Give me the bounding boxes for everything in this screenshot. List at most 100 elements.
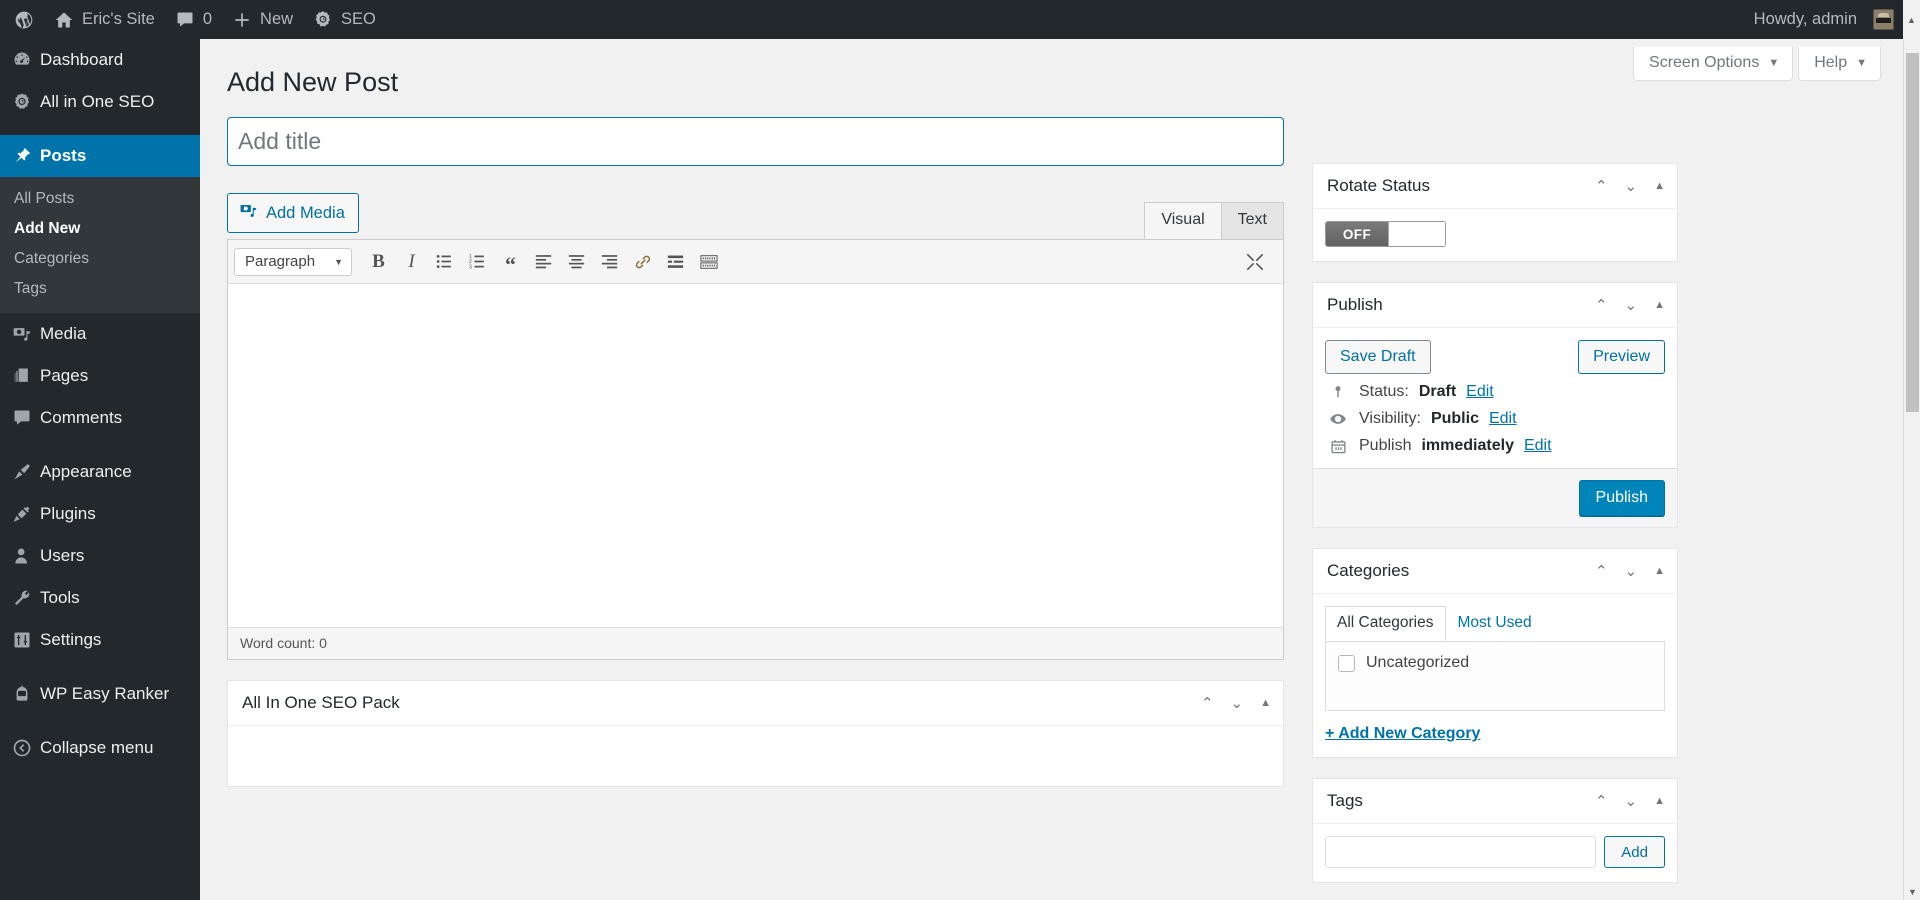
paragraph-format-select[interactable]: Paragraph ▼	[234, 247, 352, 276]
sidebar-item-wp-easy-ranker[interactable]: WP Easy Ranker	[0, 673, 200, 715]
sidebar-item-settings[interactable]: Settings	[0, 619, 200, 661]
toggle-panel-icon[interactable]: ▲	[1654, 299, 1665, 311]
tab-visual[interactable]: Visual	[1144, 202, 1222, 239]
move-down-icon[interactable]: ⌄	[1625, 564, 1638, 579]
sidebar-item-media[interactable]: Media	[0, 313, 200, 355]
sidebar-item-label: Dashboard	[40, 50, 124, 69]
new-content-menu[interactable]: New	[222, 0, 303, 39]
page-scrollbar[interactable]: ▼	[1903, 39, 1920, 900]
add-tag-button[interactable]: Add	[1604, 836, 1665, 868]
admin-content-area: Screen Options ▼ Help ▼ Add New Post Add…	[200, 39, 1906, 900]
move-up-icon[interactable]: ⌃	[1595, 564, 1608, 579]
read-more-icon[interactable]	[659, 247, 692, 277]
sidebar-item-pages[interactable]: Pages	[0, 355, 200, 397]
move-up-icon[interactable]: ⌃	[1595, 298, 1608, 313]
submenu-item-tags[interactable]: Tags	[0, 274, 200, 304]
scrollbar-thumb[interactable]	[1906, 53, 1919, 412]
toggle-panel-icon[interactable]: ▲	[1654, 565, 1665, 577]
save-draft-button[interactable]: Save Draft	[1325, 340, 1431, 374]
scrollbar-down-arrow[interactable]: ▼	[1904, 883, 1920, 900]
media-icon	[12, 324, 40, 344]
screen-options-button[interactable]: Screen Options ▼	[1633, 47, 1794, 81]
postbox-actions: ⌃ ⌄ ▲	[1595, 794, 1665, 809]
sidebar-item-label: Plugins	[40, 504, 96, 523]
sidebar-item-posts[interactable]: Posts	[0, 135, 208, 177]
move-down-icon[interactable]: ⌄	[1231, 696, 1244, 711]
postbox-title: Categories	[1327, 561, 1410, 580]
wrench-icon	[12, 588, 40, 608]
sidebar-item-tools[interactable]: Tools	[0, 577, 200, 619]
toggle-knob	[1388, 222, 1445, 246]
numbered-list-icon[interactable]: 123	[461, 247, 494, 277]
tab-all-categories[interactable]: All Categories	[1325, 606, 1446, 641]
bulleted-list-icon[interactable]	[428, 247, 461, 277]
chevron-down-icon: ▼	[334, 256, 343, 267]
move-down-icon[interactable]: ⌄	[1625, 179, 1638, 194]
align-right-icon[interactable]	[593, 247, 626, 277]
help-button[interactable]: Help ▼	[1798, 47, 1881, 81]
bold-icon[interactable]: B	[362, 247, 395, 277]
distraction-free-icon[interactable]	[1238, 247, 1271, 277]
site-name-menu[interactable]: Eric's Site	[44, 0, 165, 39]
new-tag-input[interactable]	[1325, 836, 1597, 868]
submenu-item-all-posts[interactable]: All Posts	[0, 184, 200, 214]
align-center-icon[interactable]	[560, 247, 593, 277]
sidebar-item-comments[interactable]: Comments	[0, 397, 200, 439]
robot-icon	[12, 684, 40, 704]
pages-icon	[12, 366, 40, 386]
visibility-label: Visibility:	[1359, 410, 1421, 427]
insert-link-icon[interactable]	[626, 247, 659, 277]
post-visibility-row: Visibility: Public Edit	[1325, 401, 1665, 428]
move-up-icon[interactable]: ⌃	[1595, 179, 1608, 194]
sidebar-item-collapse-menu[interactable]: Collapse menu	[0, 727, 200, 769]
sidebar-item-label: Comments	[40, 408, 123, 427]
sidebar-item-label: Collapse menu	[40, 738, 154, 757]
plus-icon	[232, 10, 252, 30]
italic-icon[interactable]: I	[395, 247, 428, 277]
blockquote-icon[interactable]: “	[494, 247, 527, 277]
postbox-title: Rotate Status	[1327, 176, 1431, 195]
sidebar-item-plugins[interactable]: Plugins	[0, 493, 200, 535]
category-item-uncategorized[interactable]: Uncategorized	[1338, 654, 1652, 672]
move-down-icon[interactable]: ⌄	[1625, 298, 1638, 313]
editor-toolbar: Paragraph ▼ B I 123 “	[228, 240, 1283, 284]
publish-button[interactable]: Publish	[1578, 480, 1665, 516]
toggle-panel-icon[interactable]: ▲	[1654, 180, 1665, 192]
edit-schedule-link[interactable]: Edit	[1524, 437, 1552, 455]
move-up-icon[interactable]: ⌃	[1201, 696, 1214, 711]
add-media-button[interactable]: Add Media	[227, 193, 359, 233]
align-left-icon[interactable]	[527, 247, 560, 277]
category-label: Uncategorized	[1366, 654, 1470, 671]
status-value: Draft	[1418, 383, 1457, 400]
rotate-status-toggle[interactable]: OFF	[1325, 221, 1446, 247]
toggle-panel-icon[interactable]: ▲	[1260, 697, 1271, 709]
wp-logo-menu[interactable]	[0, 0, 44, 39]
comments-menu[interactable]: 0	[165, 0, 222, 39]
tab-most-used[interactable]: Most Used	[1446, 606, 1544, 641]
tab-text[interactable]: Text	[1220, 202, 1284, 239]
preview-button[interactable]: Preview	[1578, 340, 1665, 374]
seo-menu[interactable]: SEO	[303, 0, 386, 39]
post-title-input[interactable]	[227, 117, 1284, 166]
sidebar-item-dashboard[interactable]: Dashboard	[0, 39, 200, 81]
scrollbar-up-arrow[interactable]: ▲	[1903, 0, 1920, 39]
sidebar-item-all-in-one-seo[interactable]: All in One SEO	[0, 81, 200, 123]
category-checkbox[interactable]	[1338, 654, 1355, 672]
my-account-menu[interactable]: Howdy, admin	[1744, 0, 1920, 39]
submenu-item-add-new[interactable]: Add New	[0, 214, 200, 244]
editor-content-area[interactable]	[228, 284, 1283, 627]
move-up-icon[interactable]: ⌃	[1595, 794, 1608, 809]
postbox-header: Categories ⌃ ⌄ ▲	[1313, 549, 1677, 594]
sidebar-item-appearance[interactable]: Appearance	[0, 451, 200, 493]
toggle-panel-icon[interactable]: ▲	[1654, 795, 1665, 807]
move-down-icon[interactable]: ⌄	[1625, 794, 1638, 809]
add-new-category-link[interactable]: + Add New Category	[1325, 725, 1480, 743]
sidebar-item-users[interactable]: Users	[0, 535, 200, 577]
submenu-item-categories[interactable]: Categories	[0, 244, 200, 274]
edit-visibility-link[interactable]: Edit	[1489, 410, 1517, 428]
screen-options-label: Screen Options	[1649, 54, 1760, 71]
postbox-actions: ⌃ ⌄ ▲	[1595, 298, 1665, 313]
edit-status-link[interactable]: Edit	[1466, 383, 1494, 401]
toolbar-toggle-icon[interactable]	[692, 247, 725, 277]
dashboard-icon	[12, 50, 40, 70]
